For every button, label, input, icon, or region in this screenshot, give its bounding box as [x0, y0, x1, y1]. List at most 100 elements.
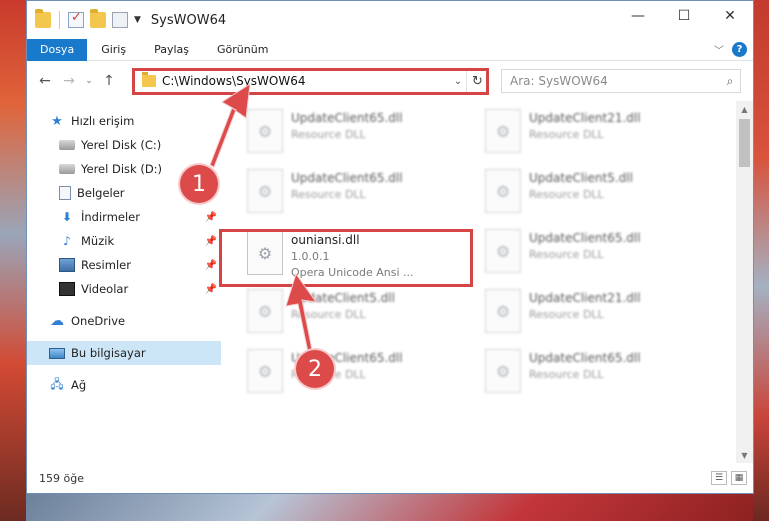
sidebar-item-quick-access[interactable]: ★ Hızlı erişim: [27, 109, 221, 133]
pin-icon[interactable]: 📌: [205, 212, 217, 223]
sidebar-item-pictures[interactable]: Resimler 📌: [27, 253, 221, 277]
sidebar-item-onedrive[interactable]: ☁ OneDrive: [27, 309, 221, 333]
scroll-up-arrow-icon[interactable]: ▲: [736, 101, 753, 117]
gear-icon: ⚙: [257, 301, 273, 321]
star-icon: ★: [51, 113, 63, 129]
video-icon: [59, 282, 75, 296]
file-list: ⚙ UpdateClient65.dll Resource DLL ⚙ Updat…: [231, 101, 737, 463]
file-tile[interactable]: ⚙ UpdateClient65.dllResource DLL: [485, 349, 715, 405]
tab-file[interactable]: Dosya: [27, 38, 88, 61]
address-bar[interactable]: C:\Windows\SysWOW64 ⌄ ↻: [133, 69, 489, 93]
new-folder-icon[interactable]: [90, 9, 106, 28]
file-description: Opera Unicode Ansi ...: [291, 266, 414, 279]
file-description: Resource DLL: [529, 128, 604, 141]
file-description: Resource DLL: [291, 188, 366, 201]
sidebar-item-label: Ağ: [71, 378, 87, 392]
dll-file-icon: ⚙: [485, 349, 521, 393]
maximize-button[interactable]: ☐: [661, 1, 707, 31]
scroll-down-arrow-icon[interactable]: ▼: [736, 447, 753, 463]
tab-home[interactable]: Giriş: [87, 39, 140, 61]
scrollbar-thumb[interactable]: [739, 119, 750, 167]
dll-file-icon: ⚙: [485, 289, 521, 333]
navigation-bar: ← → ⌄ ↑ C:\Windows\SysWOW64 ⌄ ↻ Ara: Sys…: [27, 61, 753, 101]
file-description: Resource DLL: [291, 308, 366, 321]
download-icon: ⬇: [61, 210, 73, 224]
file-tile[interactable]: ⚙ UpdateClient5.dll Resource DLL: [485, 169, 715, 225]
sidebar-item-label: Müzik: [81, 234, 115, 248]
file-name: UpdateClient5.dll: [529, 171, 633, 185]
sidebar-item-videos[interactable]: Videolar 📌: [27, 277, 221, 301]
details-view-icon[interactable]: ☰: [711, 471, 727, 485]
sidebar-item-music[interactable]: ♪ Müzik 📌: [27, 229, 221, 253]
gear-icon: ⚙: [495, 121, 511, 141]
tab-view[interactable]: Görünüm: [203, 39, 282, 61]
forward-arrow-icon[interactable]: →: [57, 69, 81, 93]
sidebar-item-label: Bu bilgisayar: [71, 346, 146, 360]
address-dropdown-icon[interactable]: ⌄: [450, 76, 466, 87]
file-tile[interactable]: ⚙ UpdateClient21.dll Resource DLL: [485, 109, 715, 165]
back-arrow-icon[interactable]: ←: [33, 69, 57, 93]
file-name: UpdateClient5.dll: [291, 291, 395, 305]
desktop-background-left: [0, 0, 26, 521]
sidebar-item-label: Hızlı erişim: [71, 114, 135, 128]
search-box[interactable]: Ara: SysWOW64 ⌕: [501, 69, 741, 93]
large-icons-view-icon[interactable]: ▦: [731, 471, 747, 485]
music-icon: ♪: [63, 234, 71, 248]
file-tile[interactable]: ⚙ UpdateClient65.dllResource DLL: [485, 229, 715, 285]
pictures-icon: [59, 258, 75, 272]
navigation-pane: ★ Hızlı erişim Yerel Disk (C:) Yerel Dis…: [27, 101, 221, 463]
customize-toolbar-arrow-icon[interactable]: ▼: [134, 15, 141, 25]
address-path[interactable]: C:\Windows\SysWOW64: [162, 74, 450, 88]
sidebar-item-this-pc[interactable]: Bu bilgisayar: [27, 341, 221, 365]
document-icon: [59, 186, 71, 200]
file-description: Resource DLL: [529, 368, 604, 381]
pin-icon[interactable]: 📌: [205, 236, 217, 247]
computer-icon: [49, 347, 65, 359]
dll-file-icon: ⚙: [485, 169, 521, 213]
file-tile[interactable]: ⚙ UpdateClient5.dll Resource DLL: [247, 289, 477, 345]
dll-file-icon: ⚙: [247, 349, 283, 393]
sidebar-item-local-disk-c[interactable]: Yerel Disk (C:): [27, 133, 221, 157]
cloud-icon: ☁: [50, 313, 64, 329]
network-icon: 🖧: [50, 376, 64, 391]
file-name: UpdateClient21.dll: [529, 111, 641, 125]
tab-share[interactable]: Paylaş: [140, 39, 203, 61]
gear-icon: ⚙: [495, 301, 511, 321]
desktop-background-right: [753, 0, 769, 521]
pin-icon[interactable]: 📌: [205, 260, 217, 271]
item-count: 159 öğe: [39, 471, 84, 485]
sidebar-item-network[interactable]: 🖧 Ağ: [27, 373, 221, 397]
recent-locations-chevron-icon[interactable]: ⌄: [81, 76, 97, 86]
dll-file-icon: ⚙: [247, 109, 283, 153]
file-tile[interactable]: ⚙ UpdateClient65.dllResource DLL: [247, 349, 477, 405]
gear-icon: ⚙: [257, 181, 273, 201]
file-tile[interactable]: ⚙ UpdateClient21.dll Resource DLL: [485, 289, 715, 345]
sidebar-item-label: OneDrive: [71, 314, 126, 328]
expand-ribbon-chevron-icon[interactable]: ﹀: [714, 42, 724, 57]
refresh-icon[interactable]: ↻: [466, 70, 488, 92]
file-description: Resource DLL: [529, 188, 604, 201]
search-input[interactable]: Ara: SysWOW64: [510, 74, 720, 88]
properties-check-icon[interactable]: [68, 10, 84, 28]
sidebar-item-label: Videolar: [81, 282, 129, 296]
vertical-scrollbar[interactable]: ▲ ▼: [736, 101, 753, 463]
file-name: UpdateClient65.dll: [529, 231, 641, 245]
gear-icon: ⚙: [495, 241, 511, 261]
search-icon[interactable]: ⌕: [720, 74, 740, 89]
sidebar-item-downloads[interactable]: ⬇ İndirmeler 📌: [27, 205, 221, 229]
quick-access-toolbar: ▼: [27, 9, 141, 29]
file-tile[interactable]: ⚙ UpdateClient65.dllResource DLL: [247, 109, 477, 165]
close-button[interactable]: ✕: [707, 1, 753, 31]
pin-icon[interactable]: 📌: [205, 284, 217, 295]
file-description: Resource DLL: [291, 128, 366, 141]
help-icon[interactable]: ?: [732, 42, 747, 57]
gear-icon: ⚙: [257, 361, 273, 381]
address-folder-icon: [142, 72, 156, 87]
file-tile[interactable]: ⚙ UpdateClient65.dllResource DLL: [247, 169, 477, 225]
callout-badge-1: 1: [180, 165, 218, 203]
minimize-button[interactable]: —: [615, 1, 661, 31]
file-tile-ouniansi[interactable]: ⚙ ouniansi.dll 1.0.0.1 Opera Unicode Ansi …: [247, 231, 477, 287]
up-arrow-icon[interactable]: ↑: [97, 69, 121, 93]
properties-icon[interactable]: [112, 12, 128, 28]
file-version: 1.0.0.1: [291, 250, 330, 263]
